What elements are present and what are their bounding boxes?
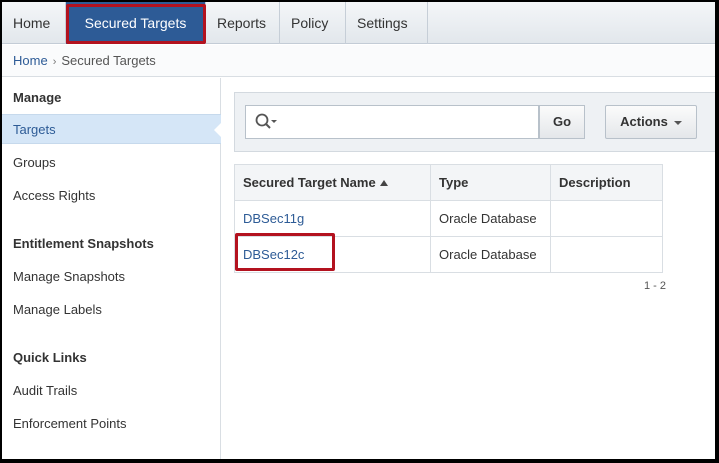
row-highlight-box <box>235 233 335 271</box>
column-header-description[interactable]: Description <box>550 164 663 201</box>
search-input[interactable] <box>282 110 532 134</box>
go-button[interactable]: Go <box>539 105 585 139</box>
table-row: DBSec11g Oracle Database <box>234 200 663 237</box>
selected-indicator-icon <box>214 122 222 138</box>
target-type-cell: Oracle Database <box>430 200 551 237</box>
search-box <box>245 105 539 139</box>
target-name-link[interactable]: DBSec11g <box>234 200 431 237</box>
sidebar-item-access-rights[interactable]: Access Rights <box>2 181 221 211</box>
actions-button-label: Actions <box>620 114 668 129</box>
breadcrumb-separator-icon: › <box>52 56 57 68</box>
tab-settings[interactable]: Settings <box>346 2 428 44</box>
tab-reports[interactable]: Reports <box>206 2 280 44</box>
breadcrumb-current: Secured Targets <box>61 53 156 68</box>
column-header-name[interactable]: Secured Target Name <box>234 164 431 201</box>
sidebar-heading-manage: Manage <box>13 90 62 105</box>
sidebar-item-enforcement-points[interactable]: Enforcement Points <box>2 409 221 439</box>
sidebar-heading-quick-links: Quick Links <box>13 350 87 365</box>
tab-highlight-box <box>66 4 206 44</box>
sidebar-item-manage-snapshots[interactable]: Manage Snapshots <box>2 262 221 292</box>
target-description-cell <box>550 236 663 273</box>
column-header-type[interactable]: Type <box>430 164 551 201</box>
main-content: Go Actions Secured Target Name Type Desc… <box>222 78 715 459</box>
search-toolbar: Go Actions <box>234 92 715 152</box>
pagination-range: 1 - 2 <box>643 280 666 292</box>
table-header-row: Secured Target Name Type Description <box>234 164 663 201</box>
column-header-label: Secured Target Name <box>243 175 376 190</box>
breadcrumb: Home › Secured Targets <box>2 45 715 77</box>
breadcrumb-home-link[interactable]: Home <box>13 53 48 68</box>
app-window: Home Secured Targets Reports Policy Sett… <box>2 2 715 459</box>
tab-policy[interactable]: Policy <box>280 2 346 44</box>
target-description-cell <box>550 200 663 237</box>
sidebar-item-groups[interactable]: Groups <box>2 148 221 178</box>
chevron-down-icon <box>673 120 682 125</box>
sort-ascending-icon <box>379 180 388 186</box>
tab-home[interactable]: Home <box>2 2 66 44</box>
sidebar-heading-entitlement-snapshots: Entitlement Snapshots <box>13 236 154 251</box>
sidebar-item-manage-labels[interactable]: Manage Labels <box>2 295 221 325</box>
top-navigation: Home Secured Targets Reports Policy Sett… <box>2 2 715 44</box>
sidebar-item-targets[interactable]: Targets <box>2 114 222 144</box>
actions-button[interactable]: Actions <box>605 105 697 139</box>
target-type-cell: Oracle Database <box>430 236 551 273</box>
search-icon[interactable] <box>254 112 278 132</box>
sidebar-item-audit-trails[interactable]: Audit Trails <box>2 376 221 406</box>
sidebar: Manage Targets Groups Access Rights Enti… <box>2 78 222 459</box>
sidebar-item-label: Targets <box>13 122 56 137</box>
